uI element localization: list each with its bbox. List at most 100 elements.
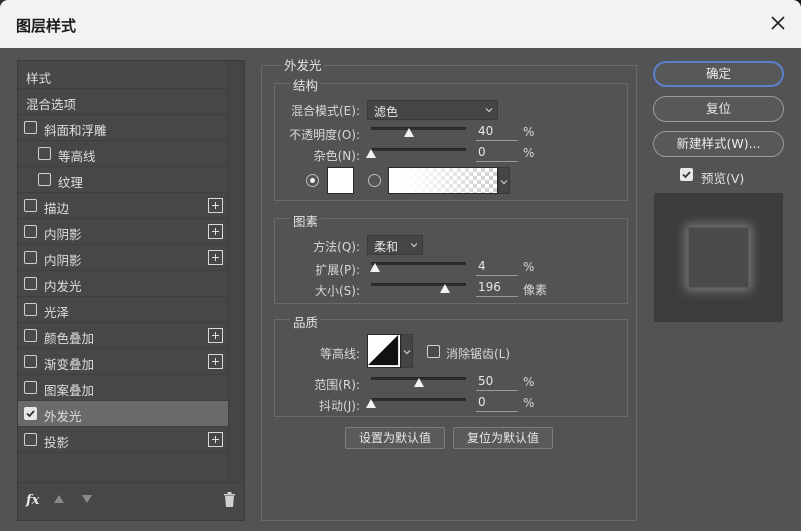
size-unit: 像素 <box>523 283 548 297</box>
style-list-item[interactable]: 纹理 <box>18 167 229 193</box>
gradient-dropdown[interactable] <box>498 167 510 194</box>
jitter-unit: % <box>523 396 535 410</box>
style-list-item[interactable]: 颜色叠加 <box>18 323 229 349</box>
close-icon[interactable] <box>765 10 791 36</box>
anti-alias-checkbox[interactable] <box>427 345 440 358</box>
style-checkbox[interactable] <box>24 199 37 212</box>
style-checkbox[interactable] <box>24 355 37 368</box>
jitter-slider-thumb[interactable] <box>366 399 376 408</box>
size-slider[interactable] <box>371 283 466 286</box>
size-label: 大小(S): <box>314 284 360 298</box>
add-effect-icon[interactable] <box>208 250 223 265</box>
style-list-item-label: 渐变叠加 <box>44 357 95 372</box>
size-input[interactable]: 196 <box>476 280 518 297</box>
noise-slider-thumb[interactable] <box>366 149 376 158</box>
range-slider-thumb[interactable] <box>413 378 424 387</box>
spread-slider-thumb[interactable] <box>369 263 380 272</box>
style-list-item[interactable]: 内发光 <box>18 271 229 297</box>
style-list-item-label: 等高线 <box>58 149 96 164</box>
style-list-item[interactable]: 内阴影 <box>18 245 229 271</box>
opacity-unit: % <box>523 125 535 139</box>
fx-button[interactable]: fx <box>26 493 39 508</box>
blend-mode-select[interactable]: 滤色 <box>367 100 498 120</box>
style-checkbox[interactable] <box>24 225 37 238</box>
technique-select[interactable]: 柔和 <box>367 235 423 255</box>
style-list-item[interactable]: 光泽 <box>18 297 229 323</box>
style-checkbox[interactable] <box>24 251 37 264</box>
range-label: 范围(R): <box>314 378 360 392</box>
spread-unit: % <box>523 260 535 274</box>
style-list-scrollbar[interactable] <box>228 61 244 483</box>
style-preview <box>654 193 783 322</box>
gradient-swatch[interactable] <box>388 167 498 194</box>
style-list-item[interactable]: 投影 <box>18 427 229 453</box>
make-default-button[interactable]: 设置为默认值 <box>345 427 445 449</box>
style-list-item[interactable]: 描边 <box>18 193 229 219</box>
style-list-item[interactable]: 样式 <box>18 63 229 89</box>
opacity-input[interactable]: 40 <box>476 124 518 141</box>
anti-alias-label: 消除锯齿(L) <box>446 347 511 361</box>
add-effect-icon[interactable] <box>208 198 223 213</box>
style-list-item-label: 外发光 <box>44 409 82 424</box>
trash-icon[interactable] <box>223 492 236 507</box>
style-checkbox[interactable] <box>38 173 51 186</box>
preview-checkbox[interactable] <box>680 168 693 181</box>
style-list-item[interactable]: 等高线 <box>18 141 229 167</box>
opacity-slider[interactable] <box>371 127 466 130</box>
style-list-item[interactable]: 混合选项 <box>18 89 229 115</box>
style-checkbox[interactable] <box>24 381 37 394</box>
chevron-down-icon <box>485 108 493 113</box>
reset-button[interactable]: 复位 <box>653 96 784 122</box>
jitter-input[interactable]: 0 <box>476 395 518 412</box>
noise-slider[interactable] <box>371 148 466 151</box>
new-style-button[interactable]: 新建样式(W)... <box>653 131 784 157</box>
technique-value: 柔和 <box>374 240 399 254</box>
style-checkbox[interactable] <box>24 277 37 290</box>
style-list-item-label: 纹理 <box>58 175 84 190</box>
style-list-item[interactable]: 图案叠加 <box>18 375 229 401</box>
title-bar: 图层样式 <box>0 0 801 48</box>
spread-slider[interactable] <box>371 262 466 265</box>
blend-mode-value: 滤色 <box>374 105 399 119</box>
jitter-slider[interactable] <box>371 398 466 401</box>
add-effect-icon[interactable] <box>208 328 223 343</box>
reset-default-button[interactable]: 复位为默认值 <box>453 427 553 449</box>
gradient-radio[interactable] <box>368 174 381 187</box>
structure-title: 结构 <box>290 75 322 94</box>
size-slider-thumb[interactable] <box>440 284 451 293</box>
add-effect-icon[interactable] <box>208 432 223 447</box>
add-effect-icon[interactable] <box>208 224 223 239</box>
style-checkbox[interactable] <box>24 329 37 342</box>
style-list-item-label: 样式 <box>26 71 52 86</box>
ok-button[interactable]: 确定 <box>653 61 784 87</box>
style-list-item-label: 内阴影 <box>44 253 82 268</box>
style-checkbox[interactable] <box>24 407 37 420</box>
chevron-down-icon <box>500 180 508 185</box>
contour-picker[interactable] <box>367 334 401 368</box>
chevron-down-icon <box>403 350 411 355</box>
elements-title: 图素 <box>290 211 322 230</box>
style-list-item[interactable]: 斜面和浮雕 <box>18 115 229 141</box>
range-input[interactable]: 50 <box>476 374 518 391</box>
check-icon <box>682 171 691 179</box>
style-list-item[interactable]: 外发光 <box>18 401 229 427</box>
opacity-slider-thumb[interactable] <box>404 128 414 137</box>
outer-glow-title: 外发光 <box>282 55 324 74</box>
style-checkbox[interactable] <box>38 147 51 160</box>
add-effect-icon[interactable] <box>208 354 223 369</box>
move-up-icon[interactable] <box>54 495 64 503</box>
move-down-icon[interactable] <box>82 495 92 503</box>
color-swatch[interactable] <box>327 167 354 194</box>
contour-dropdown[interactable] <box>401 334 413 368</box>
solid-color-radio[interactable] <box>306 174 319 187</box>
spread-input[interactable]: 4 <box>476 259 518 276</box>
quality-title: 品质 <box>290 312 322 331</box>
noise-input[interactable]: 0 <box>476 145 518 162</box>
style-checkbox[interactable] <box>24 433 37 446</box>
style-checkbox[interactable] <box>24 121 37 134</box>
jitter-label: 抖动(J): <box>319 399 360 413</box>
style-list-item[interactable]: 渐变叠加 <box>18 349 229 375</box>
style-list-item[interactable]: 内阴影 <box>18 219 229 245</box>
style-list-footer: fx <box>18 482 244 520</box>
style-checkbox[interactable] <box>24 303 37 316</box>
